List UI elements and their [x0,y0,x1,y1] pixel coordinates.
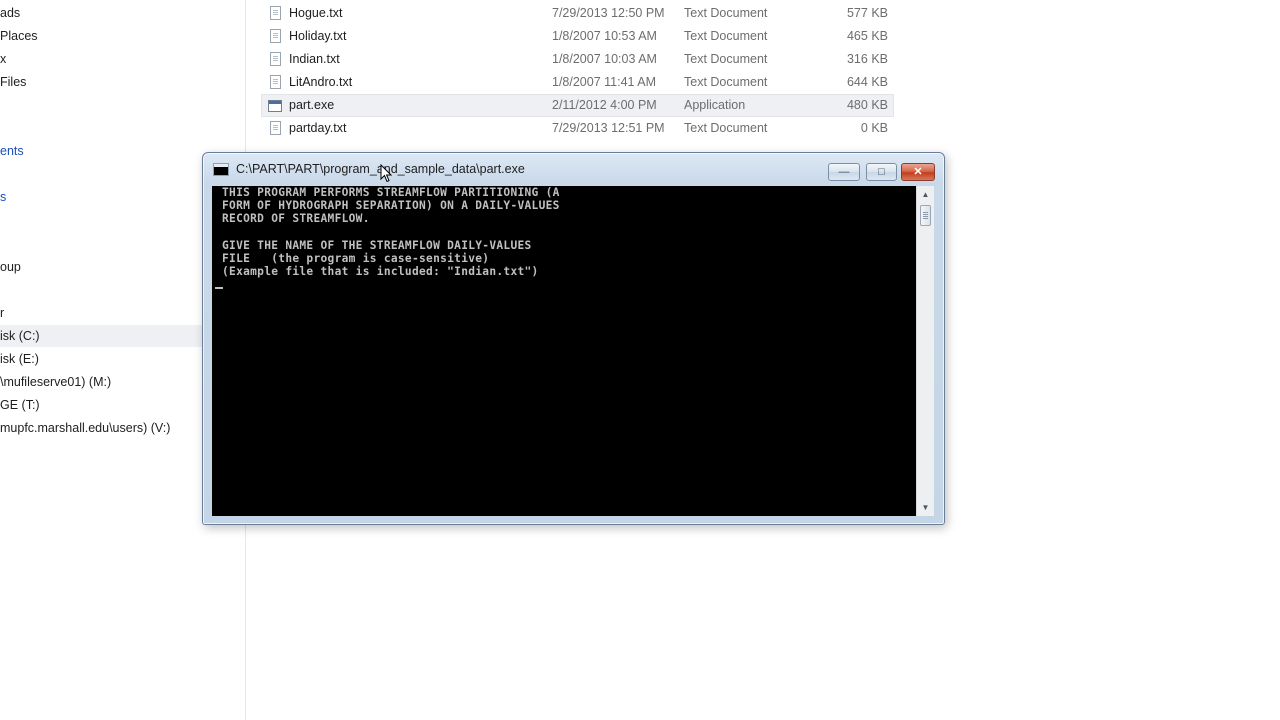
file-name: part.exe [289,98,335,112]
txt-file-icon [270,29,281,43]
scroll-up-arrow-icon[interactable]: ▲ [917,186,934,203]
nav-item[interactable]: ads [0,2,20,24]
file-type: Text Document [684,6,768,20]
file-type: Text Document [684,52,768,66]
nav-item[interactable]: \mufileserve01) (M:) [0,371,111,393]
file-name: Hogue.txt [289,6,343,20]
file-date: 1/8/2007 10:03 AM [552,52,657,66]
minimize-button[interactable]: — [828,163,860,181]
nav-item[interactable]: isk (C:) [0,325,203,347]
maximize-button[interactable]: □ [866,163,897,181]
file-row[interactable]: LitAndro.txt 1/8/2007 11:41 AM Text Docume… [262,71,894,94]
close-button[interactable]: ✕ [901,163,935,181]
nav-item[interactable]: Files [0,71,26,93]
file-size: 316 KB [846,52,888,66]
file-name: Holiday.txt [289,29,347,43]
file-size: 577 KB [846,6,888,20]
nav-item[interactable]: r [0,302,4,324]
exe-file-icon [268,100,282,112]
file-name: LitAndro.txt [289,75,353,89]
nav-item[interactable]: isk (E:) [0,348,39,370]
file-row[interactable]: Indian.txt 1/8/2007 10:03 AM Text Document… [262,48,894,71]
console-output-text: THIS PROGRAM PERFORMS STREAMFLOW PARTITI… [222,186,560,279]
file-size: 480 KB [846,98,888,112]
scroll-down-arrow-icon[interactable]: ▼ [917,499,934,516]
console-window: C:\PART\PART\program_and_sample_data\par… [202,152,945,525]
file-list: Hogue.txt 7/29/2013 12:50 PM Text Document… [261,2,894,140]
file-type: Application [684,98,746,112]
file-row[interactable]: partday.txt 7/29/2013 12:51 PM Text Docume… [262,117,894,140]
nav-item[interactable]: x [0,48,6,70]
file-size: 465 KB [846,29,888,43]
file-name: partday.txt [289,121,347,135]
file-row[interactable]: Hogue.txt 7/29/2013 12:50 PM Text Document… [262,2,894,25]
nav-item[interactable]: oup [0,256,21,278]
nav-item[interactable]: mupfc.marshall.edu\users) (V:) [0,417,170,439]
nav-item[interactable]: ents [0,140,24,162]
nav-item[interactable]: s [0,186,6,208]
nav-item[interactable]: Places [0,25,38,47]
vertical-scrollbar[interactable]: ▲ ▼ [916,186,934,516]
file-name: Indian.txt [289,52,340,66]
file-date: 1/8/2007 10:53 AM [552,29,657,43]
file-row[interactable]: Holiday.txt 1/8/2007 10:53 AM Text Documen… [262,25,894,48]
file-type: Text Document [684,29,768,43]
file-type: Text Document [684,75,768,89]
txt-file-icon [270,52,281,66]
title-bar[interactable]: C:\PART\PART\program_and_sample_data\par… [203,153,944,187]
console-app-icon[interactable] [213,163,229,176]
file-date: 7/29/2013 12:50 PM [552,6,665,20]
console-output-area[interactable]: THIS PROGRAM PERFORMS STREAMFLOW PARTITI… [212,186,916,516]
txt-file-icon [270,75,281,89]
file-date: 2/11/2012 4:00 PM [552,98,657,112]
file-date: 7/29/2013 12:51 PM [552,121,665,135]
nav-item[interactable]: GE (T:) [0,394,40,416]
file-size: 0 KB [860,121,888,135]
file-date: 1/8/2007 11:41 AM [552,75,657,89]
mouse-pointer-icon [380,164,392,183]
file-size: 644 KB [846,75,888,89]
file-type: Text Document [684,121,768,135]
file-row[interactable]: part.exe 2/11/2012 4:00 PM Application 480 … [261,94,894,117]
txt-file-icon [270,6,281,20]
scroll-thumb[interactable] [920,205,931,226]
text-cursor [215,287,223,289]
txt-file-icon [270,121,281,135]
